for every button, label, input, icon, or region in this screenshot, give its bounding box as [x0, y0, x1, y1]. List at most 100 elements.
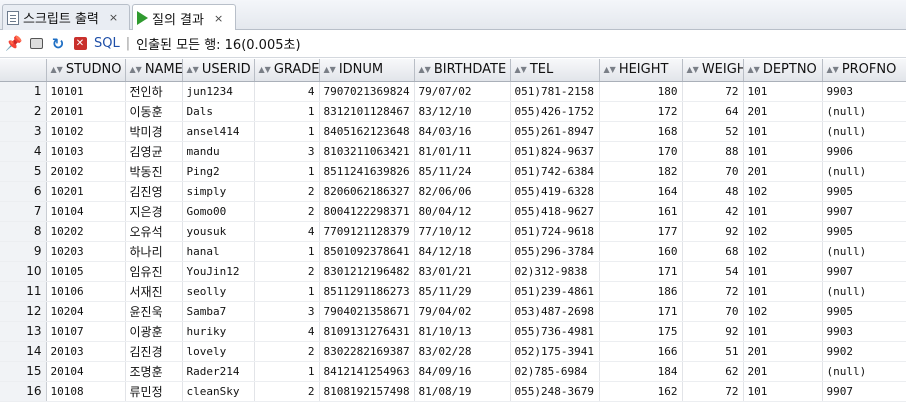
cell-userid[interactable]: seolly — [182, 281, 255, 302]
cell-birthdate[interactable]: 84/09/16 — [414, 361, 511, 382]
row-number-cell[interactable]: 13 — [0, 321, 47, 342]
cell-profno[interactable]: (null) — [822, 281, 906, 302]
table-row[interactable]: 8 10202 오유석 yousuk 4 7709121128379 77/10/12 051… — [0, 221, 906, 242]
table-row[interactable]: 16 10108 류민정 cleanSky 2 8108192157498 81/08/19… — [0, 381, 906, 402]
cell-userid[interactable]: Rader214 — [182, 361, 255, 382]
cell-studno[interactable]: 10107 — [46, 321, 126, 342]
cell-idnum[interactable]: 8206062186327 — [319, 181, 415, 202]
table-row[interactable]: 5 20102 박동진 Ping2 1 8511241639826 85/11/24 051)… — [0, 161, 906, 182]
cell-tel[interactable]: 055)418-9627 — [510, 201, 600, 222]
cell-idnum[interactable]: 8501092378641 — [319, 241, 415, 262]
cell-grade[interactable]: 4 — [254, 321, 320, 342]
cell-name[interactable]: 김진경 — [125, 341, 183, 362]
cell-deptno[interactable]: 201 — [743, 361, 823, 382]
cell-studno[interactable]: 20104 — [46, 361, 126, 382]
cell-userid[interactable]: simply — [182, 181, 255, 202]
tab-query-result[interactable]: 질의 결과 × — [132, 4, 236, 31]
cell-grade[interactable]: 3 — [254, 141, 320, 162]
cell-name[interactable]: 윤진욱 — [125, 301, 183, 322]
cell-birthdate[interactable]: 80/04/12 — [414, 201, 511, 222]
table-row[interactable]: 6 10201 김진영 simply 2 8206062186327 82/06/06 055… — [0, 181, 906, 202]
cell-idnum[interactable]: 7904021358671 — [319, 301, 415, 322]
print-button[interactable] — [28, 36, 44, 52]
cell-profno[interactable]: 9907 — [822, 261, 906, 282]
cell-birthdate[interactable]: 81/08/19 — [414, 381, 511, 402]
cell-grade[interactable]: 2 — [254, 181, 320, 202]
cell-studno[interactable]: 10204 — [46, 301, 126, 322]
row-number-cell[interactable]: 2 — [0, 101, 47, 122]
cell-idnum[interactable]: 8103211063421 — [319, 141, 415, 162]
cell-profno[interactable]: 9905 — [822, 301, 906, 322]
cell-height[interactable]: 186 — [599, 281, 683, 302]
cell-idnum[interactable]: 8511291186273 — [319, 281, 415, 302]
row-number-cell[interactable]: 4 — [0, 141, 47, 162]
cell-profno[interactable]: 9905 — [822, 221, 906, 242]
cell-tel[interactable]: 055)248-3679 — [510, 381, 600, 402]
cell-deptno[interactable]: 101 — [743, 281, 823, 302]
cell-weight[interactable]: 70 — [682, 161, 744, 182]
cell-birthdate[interactable]: 84/12/18 — [414, 241, 511, 262]
row-number-cell[interactable]: 12 — [0, 301, 47, 322]
cell-studno[interactable]: 10102 — [46, 121, 126, 142]
cell-birthdate[interactable]: 83/12/10 — [414, 101, 511, 122]
cell-birthdate[interactable]: 82/06/06 — [414, 181, 511, 202]
cell-grade[interactable]: 4 — [254, 81, 320, 102]
cell-tel[interactable]: 055)736-4981 — [510, 321, 600, 342]
column-header-idnum[interactable]: ▲▼ IDNUM — [319, 59, 415, 82]
cell-deptno[interactable]: 201 — [743, 161, 823, 182]
column-header-birthdate[interactable]: ▲▼ BIRTHDATE — [414, 59, 511, 82]
row-number-cell[interactable]: 7 — [0, 201, 47, 222]
pin-icon[interactable]: 📌 — [5, 36, 22, 52]
cell-deptno[interactable]: 101 — [743, 81, 823, 102]
cell-idnum[interactable]: 8109131276431 — [319, 321, 415, 342]
cell-deptno[interactable]: 102 — [743, 241, 823, 262]
cell-studno[interactable]: 20102 — [46, 161, 126, 182]
cell-userid[interactable]: cleanSky — [182, 381, 255, 402]
cell-weight[interactable]: 64 — [682, 101, 744, 122]
column-header-height[interactable]: ▲▼ HEIGHT — [599, 59, 683, 82]
table-row[interactable]: 2 20101 이동훈 Dals 1 8312101128467 83/12/10 055)4… — [0, 101, 906, 122]
cell-grade[interactable]: 2 — [254, 261, 320, 282]
cell-weight[interactable]: 88 — [682, 141, 744, 162]
cell-studno[interactable]: 10101 — [46, 81, 126, 102]
cell-grade[interactable]: 1 — [254, 161, 320, 182]
cell-weight[interactable]: 62 — [682, 361, 744, 382]
cell-name[interactable]: 박미경 — [125, 121, 183, 142]
cell-weight[interactable]: 52 — [682, 121, 744, 142]
cell-deptno[interactable]: 101 — [743, 141, 823, 162]
cell-birthdate[interactable]: 81/01/11 — [414, 141, 511, 162]
cell-tel[interactable]: 055)261-8947 — [510, 121, 600, 142]
row-number-cell[interactable]: 8 — [0, 221, 47, 242]
row-number-cell[interactable]: 6 — [0, 181, 47, 202]
cell-tel[interactable]: 055)426-1752 — [510, 101, 600, 122]
cell-studno[interactable]: 10105 — [46, 261, 126, 282]
cell-profno[interactable]: 9905 — [822, 181, 906, 202]
table-row[interactable]: 1 10101 전인하 jun1234 4 7907021369824 79/07/02 05… — [0, 81, 906, 102]
cell-deptno[interactable]: 102 — [743, 221, 823, 242]
cell-userid[interactable]: Dals — [182, 101, 255, 122]
cell-grade[interactable]: 1 — [254, 361, 320, 382]
table-row[interactable]: 7 10104 지은경 Gomo00 2 8004122298371 80/04/12 055… — [0, 201, 906, 222]
cell-weight[interactable]: 92 — [682, 221, 744, 242]
cell-profno[interactable]: 9902 — [822, 341, 906, 362]
cell-userid[interactable]: Samba7 — [182, 301, 255, 322]
column-header-weight[interactable]: ▲▼WEIGHT — [682, 59, 744, 82]
cell-name[interactable]: 류민정 — [125, 381, 183, 402]
cell-userid[interactable]: yousuk — [182, 221, 255, 242]
cell-deptno[interactable]: 102 — [743, 301, 823, 322]
table-row[interactable]: 15 20104 조명훈 Rader214 1 8412141254963 84/09/16… — [0, 361, 906, 382]
cell-profno[interactable]: (null) — [822, 241, 906, 262]
cell-tel[interactable]: 02)785-6984 — [510, 361, 600, 382]
cell-weight[interactable]: 70 — [682, 301, 744, 322]
table-row[interactable]: 10 10105 임유진 YouJin12 2 8301212196482 83/01/21… — [0, 261, 906, 282]
cell-userid[interactable]: huriky — [182, 321, 255, 342]
cell-tel[interactable]: 055)419-6328 — [510, 181, 600, 202]
cell-profno[interactable]: (null) — [822, 161, 906, 182]
cell-studno[interactable]: 20101 — [46, 101, 126, 122]
cell-height[interactable]: 171 — [599, 301, 683, 322]
cell-grade[interactable]: 1 — [254, 101, 320, 122]
cell-idnum[interactable]: 8108192157498 — [319, 381, 415, 402]
cell-height[interactable]: 160 — [599, 241, 683, 262]
column-header-userid[interactable]: ▲▼ USERID — [182, 59, 255, 82]
cell-weight[interactable]: 42 — [682, 201, 744, 222]
